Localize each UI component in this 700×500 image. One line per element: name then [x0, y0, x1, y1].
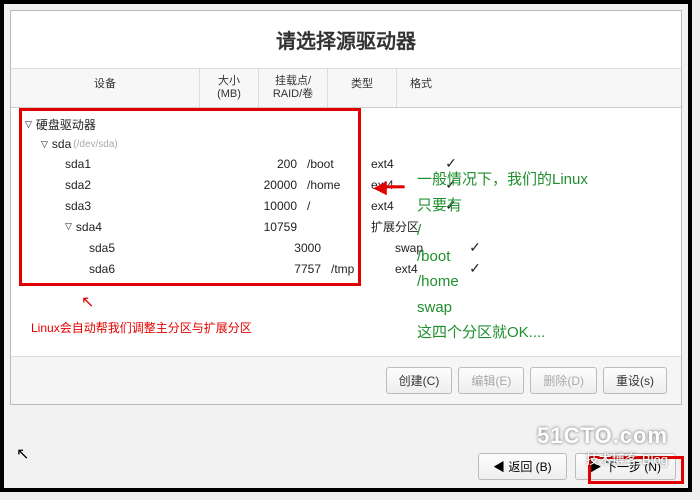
dialog-title: 请选择源驱动器	[31, 25, 661, 54]
col-format[interactable]: 格式	[397, 69, 445, 107]
arrow-down-icon: ↖	[81, 292, 94, 312]
cursor-icon: ↖	[16, 444, 29, 464]
col-type[interactable]: 类型	[328, 69, 397, 107]
col-device[interactable]: 设备	[11, 69, 200, 107]
tree-root[interactable]: 硬盘驱动器	[11, 114, 681, 135]
next-button[interactable]: ▶ 下一步 (N)	[575, 453, 676, 480]
partition-table: 设备 大小 (MB) 挂载点/ RAID/卷 类型 格式 硬盘驱动器 sda (…	[11, 69, 681, 356]
arrow-left-icon: ◀━━	[373, 177, 403, 198]
edit-button: 编辑(E)	[458, 367, 524, 394]
reset-button[interactable]: 重设(s)	[603, 367, 667, 394]
create-button[interactable]: 创建(C)	[386, 367, 453, 394]
col-mount[interactable]: 挂载点/ RAID/卷	[259, 69, 328, 107]
delete-button: 删除(D)	[530, 367, 597, 394]
back-button[interactable]: ◀ 返回 (B)	[478, 453, 567, 480]
tree-disk[interactable]: sda (/dev/sda)	[11, 135, 681, 153]
green-annotation: 一般情况下，我们的Linux 只要有 / /boot /home swap 这四…	[417, 167, 667, 346]
col-size[interactable]: 大小 (MB)	[200, 69, 259, 107]
